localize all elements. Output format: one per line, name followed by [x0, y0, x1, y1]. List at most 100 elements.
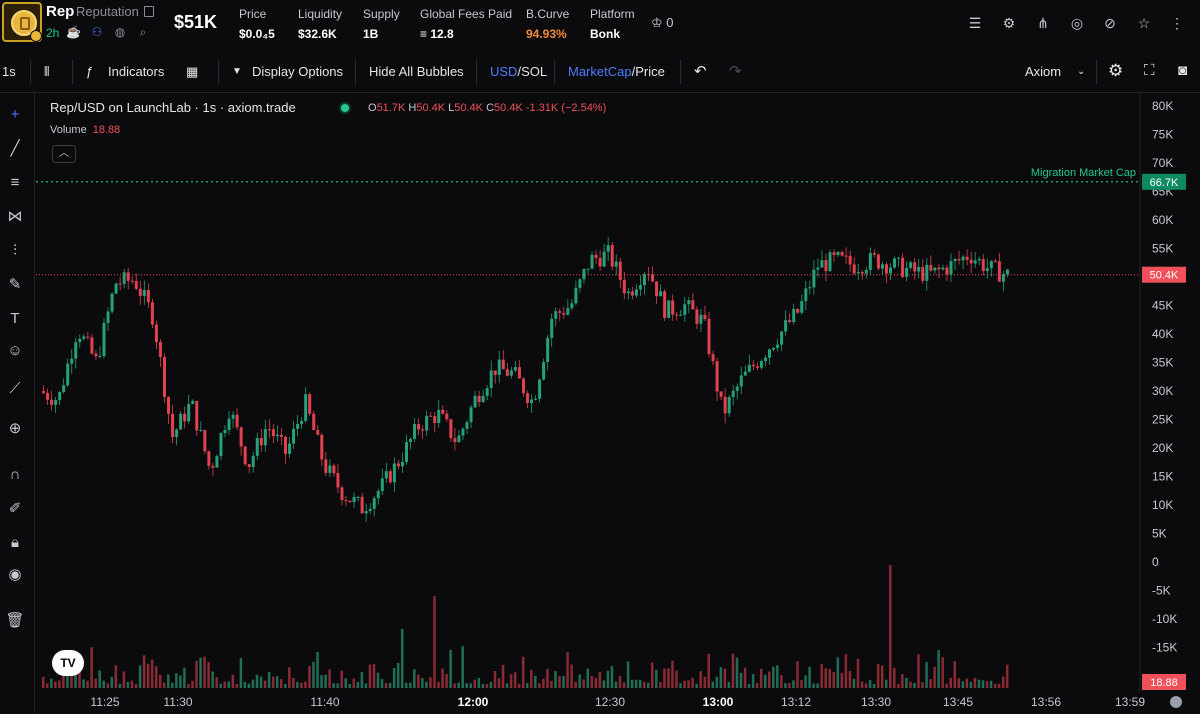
crown-counter[interactable]: ♔ 0	[651, 15, 674, 31]
blacklist-icon[interactable]: ⊘	[1101, 14, 1119, 32]
caret-down-icon: ▼	[232, 66, 242, 77]
volume-bar	[288, 667, 291, 688]
candle-body	[70, 358, 74, 364]
candle-body	[937, 267, 941, 270]
tradingview-logo[interactable]: TV	[52, 650, 84, 676]
candle-body	[82, 336, 86, 339]
candle-body	[356, 496, 360, 498]
candle-body	[731, 390, 735, 398]
y-tick-label: 75K	[1152, 128, 1173, 142]
copy-icon[interactable]	[144, 6, 154, 17]
volume-bar	[130, 680, 134, 688]
hide-icon[interactable]: ◎	[1068, 14, 1086, 32]
volume-bar	[400, 629, 404, 688]
star-icon[interactable]: ☆	[1135, 14, 1153, 32]
share-icon[interactable]: ⋔	[1034, 14, 1052, 32]
volume-bar	[957, 678, 961, 688]
y-tick-label: 20K	[1152, 441, 1173, 455]
stat-global-fees: Global Fees Paid ≡ 12.8	[420, 7, 512, 41]
marketcap-option[interactable]: MarketCap	[568, 64, 632, 79]
hide-bubbles-button[interactable]: Hide All Bubbles	[369, 64, 464, 79]
cook-icon[interactable]: ☕	[66, 25, 81, 39]
candle-body	[997, 261, 1001, 282]
candle-body	[509, 370, 513, 376]
divider	[30, 60, 31, 84]
volume-bar	[247, 683, 251, 688]
search-icon[interactable]: ⌕	[136, 25, 150, 39]
candle-body	[150, 302, 154, 325]
volume-bar	[195, 660, 198, 688]
stat-price: Price $0.0₄5	[239, 7, 275, 41]
candle-type-icon[interactable]: ⫴	[44, 64, 49, 80]
token-age: 2h	[46, 26, 60, 40]
candle-body	[852, 264, 856, 274]
metric-toggle[interactable]: MarketCap/Price	[568, 64, 665, 79]
volume-bar	[574, 681, 577, 688]
candle-body	[243, 446, 247, 465]
candle-body	[126, 272, 130, 281]
stat-liquidity: Liquidity $32.6K	[298, 7, 342, 41]
volume-bar	[191, 680, 194, 688]
globe-icon[interactable]: ◍	[113, 25, 127, 39]
volume-bar	[98, 670, 101, 688]
layouts-icon[interactable]: ▦	[186, 64, 198, 80]
more-icon[interactable]: ⋮	[1168, 14, 1186, 32]
usd-option[interactable]: USD	[490, 64, 517, 79]
candle-body	[413, 424, 417, 439]
stat-value: $32.6K	[298, 27, 337, 41]
collapse-legend-button[interactable]: ︿	[52, 145, 76, 163]
volume-bar	[405, 682, 408, 688]
candle-body	[889, 267, 892, 274]
source-select[interactable]: Axiom	[1025, 64, 1061, 79]
volume-bar	[316, 651, 319, 688]
candle-body	[860, 272, 864, 274]
candle-body	[618, 261, 622, 280]
ohlc-high: 50.4K	[416, 102, 446, 114]
interval-button[interactable]: 1s	[2, 64, 16, 79]
candle-body	[554, 311, 558, 319]
redo-icon[interactable]: ↷	[729, 62, 742, 80]
y-tick-label: 35K	[1152, 356, 1173, 370]
chevron-down-icon[interactable]: ⌄	[1077, 66, 1085, 77]
volume-bar	[630, 679, 634, 688]
undo-icon[interactable]: ↶	[694, 62, 707, 80]
candle-body	[517, 367, 521, 379]
y-tick-label: 60K	[1152, 213, 1173, 227]
currency-toggle[interactable]: USD/SOL	[490, 64, 547, 79]
candle-body	[808, 287, 812, 289]
volume-bar	[832, 671, 836, 688]
candle-body	[50, 399, 54, 405]
crown-icon: ♔	[651, 15, 663, 30]
candle-body	[683, 304, 687, 315]
candle-body	[183, 413, 187, 422]
candle-body	[844, 255, 848, 257]
settings-corner-icon[interactable]	[1170, 696, 1182, 708]
volume-bar	[1001, 676, 1005, 688]
sort-list-icon[interactable]: ☰	[966, 14, 984, 32]
volume-bar	[227, 681, 231, 688]
candlestick-chart[interactable]: 80K75K70K65K60K55K50K45K40K35K30K25K20K1…	[0, 92, 1200, 714]
candle-body	[957, 259, 961, 261]
camera-icon[interactable]: ◙	[1178, 62, 1187, 79]
price-option[interactable]: /Price	[632, 64, 665, 79]
chart-settings-icon[interactable]: ⚙	[1108, 61, 1123, 81]
fullscreen-icon[interactable]: ⛶	[1144, 62, 1155, 79]
volume-bar	[715, 676, 719, 688]
token-ticker: Rep	[46, 3, 75, 20]
x-tick-label: 12:30	[595, 695, 625, 709]
volume-bar	[538, 683, 541, 688]
token-header: Rep Reputation 2h ☕ ⚇ ◍ ⌕ $51K Price $0.…	[0, 0, 1200, 53]
candle-body	[651, 274, 655, 282]
candle-body	[300, 420, 304, 425]
indicators-button[interactable]: Indicators	[108, 64, 164, 79]
community-icon[interactable]: ⚇	[90, 25, 104, 39]
candle-body	[247, 464, 251, 468]
settings-icon[interactable]: ⚙	[1000, 14, 1018, 32]
volume-bar	[602, 680, 606, 688]
candle-body	[207, 451, 211, 466]
sol-option[interactable]: /SOL	[517, 64, 547, 79]
candle-body	[868, 253, 872, 270]
candle-body	[768, 349, 771, 358]
display-options-button[interactable]: Display Options	[252, 64, 343, 79]
candle-body	[981, 259, 985, 272]
